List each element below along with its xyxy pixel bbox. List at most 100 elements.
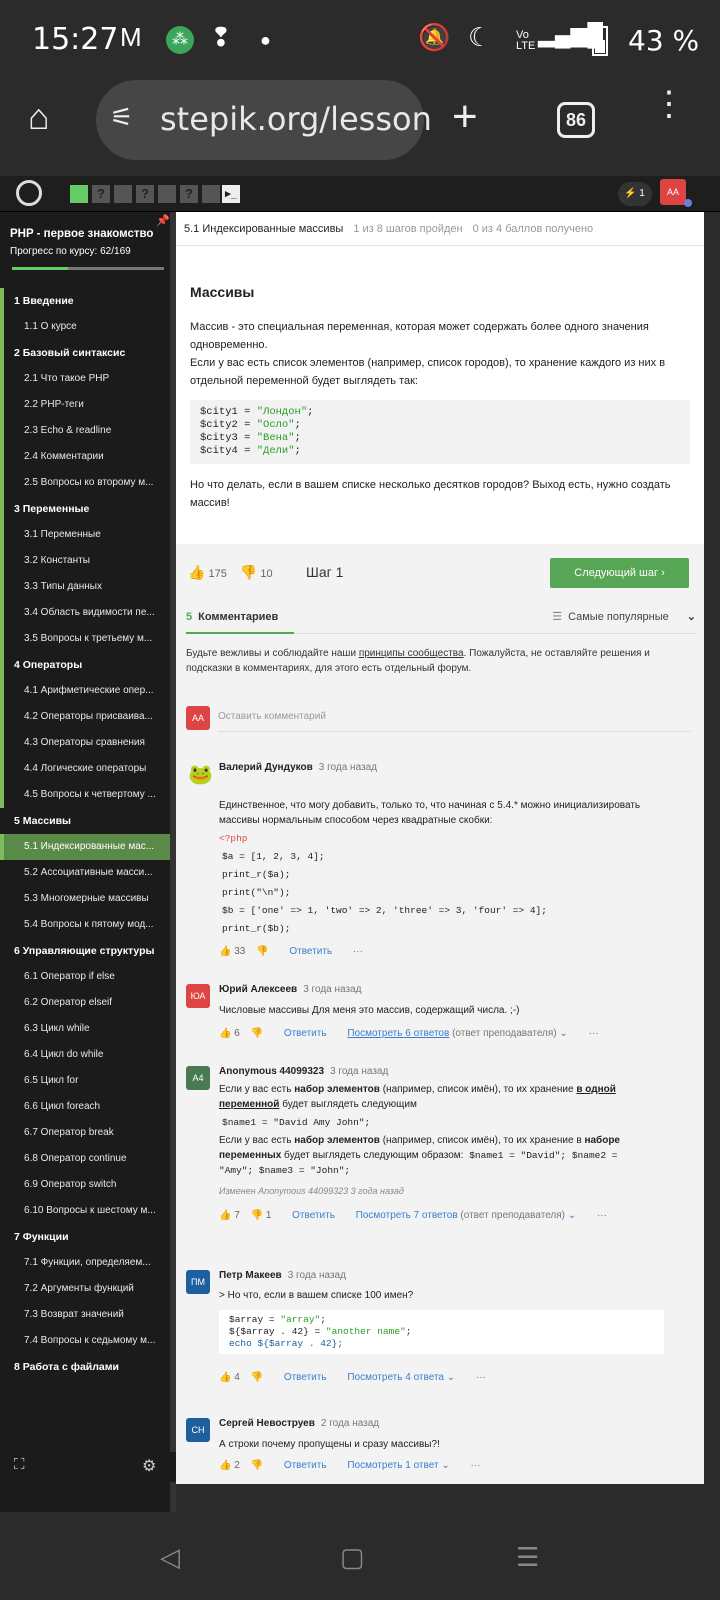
step-indicator[interactable]: ? [136, 185, 154, 203]
sidebar-item[interactable]: 3.3 Типы данных [0, 574, 170, 600]
view-replies-link[interactable]: Посмотреть 7 ответов (ответ преподавател… [356, 1210, 576, 1221]
thumbs-up-icon[interactable]: 👍 [188, 564, 205, 580]
sidebar-item[interactable]: 3.2 Константы [0, 548, 170, 574]
thumbs-up-icon[interactable]: 👍 [219, 1210, 231, 1221]
view-replies-link[interactable]: Посмотреть 1 ответ ⌄ [347, 1460, 449, 1471]
sidebar-item[interactable]: 6.7 Оператор break [0, 1120, 170, 1146]
new-tab-icon[interactable]: + [452, 92, 478, 142]
comment-author[interactable]: Сергей Невоструев 2 года назад [219, 1418, 379, 1429]
sidebar-item[interactable]: 6.9 Оператор switch [0, 1172, 170, 1198]
user-avatar[interactable]: AA [660, 179, 686, 205]
sidebar-item[interactable]: 7.4 Вопросы к седьмому м... [0, 1328, 170, 1354]
more-icon[interactable]: ··· [597, 1210, 607, 1221]
thumbs-down-icon[interactable]: 👎 [256, 946, 268, 957]
sidebar-item[interactable]: 5.4 Вопросы к пятому мод... [0, 912, 170, 938]
sidebar-item[interactable]: 3.5 Вопросы к третьему м... [0, 626, 170, 652]
sidebar-section[interactable]: 6 Управляющие структуры [0, 938, 170, 964]
sidebar-section[interactable]: 1 Введение [0, 288, 170, 314]
sidebar-item[interactable]: 2.2 PHP-теги [0, 392, 170, 418]
home-button-icon[interactable]: ▢ [340, 1542, 365, 1573]
gear-icon[interactable]: ⚙ [142, 1456, 156, 1476]
sidebar-item[interactable]: 5.1 Индексированные мас... [0, 834, 170, 860]
thumbs-down-icon[interactable]: 👎 [240, 564, 257, 580]
sidebar-item[interactable]: 7.3 Возврат значений [0, 1302, 170, 1328]
site-settings-icon[interactable]: ⚟ [110, 102, 133, 133]
step-indicator[interactable]: ? [180, 185, 198, 203]
url-text[interactable]: stepik.org/lesson [160, 100, 432, 138]
stepik-logo-icon[interactable] [16, 180, 42, 206]
recents-icon[interactable]: ☰ [516, 1542, 539, 1573]
sidebar-section[interactable]: 2 Базовый синтаксис [0, 340, 170, 366]
community-rules-link[interactable]: принципы сообщества [359, 648, 464, 659]
reply-button[interactable]: Ответить [284, 1028, 327, 1039]
thumbs-down-icon[interactable]: 👎 [251, 1210, 263, 1221]
sort-select[interactable]: ☰ Самые популярные ⌄ [552, 608, 696, 626]
menu-icon[interactable]: ⋮ [652, 87, 686, 121]
comment-author[interactable]: Петр Макеев 3 года назад [219, 1270, 346, 1281]
sidebar-item[interactable]: 6.8 Оператор continue [0, 1146, 170, 1172]
sidebar-item[interactable]: 4.5 Вопросы к четвертому ... [0, 782, 170, 808]
comment-author[interactable]: Anonymous 44099323 3 года назад [219, 1066, 388, 1077]
home-icon[interactable]: ⌂ [28, 96, 50, 138]
sidebar-section[interactable]: 7 Функции [0, 1224, 170, 1250]
sidebar-item[interactable]: 6.2 Оператор elseif [0, 990, 170, 1016]
sidebar-item[interactable]: 5.2 Ассоциативные масси... [0, 860, 170, 886]
more-icon[interactable]: ··· [476, 1372, 486, 1383]
sidebar-item[interactable]: 6.4 Цикл do while [0, 1042, 170, 1068]
sidebar-item[interactable]: 2.3 Echo & readline [0, 418, 170, 444]
step-indicator[interactable] [202, 185, 220, 203]
sidebar-item[interactable]: 6.10 Вопросы к шестому м... [0, 1198, 170, 1224]
next-step-button[interactable]: Следующий шаг › [550, 558, 689, 588]
sidebar-section[interactable]: 5 Массивы [0, 808, 170, 834]
thumbs-up-icon[interactable]: 👍 [219, 946, 231, 957]
sidebar-item[interactable]: 4.4 Логические операторы [0, 756, 170, 782]
sidebar-item[interactable]: 7.2 Аргументы функций [0, 1276, 170, 1302]
sidebar-item[interactable]: 2.5 Вопросы ко второму м... [0, 470, 170, 496]
sidebar-item[interactable]: 4.3 Операторы сравнения [0, 730, 170, 756]
comment-input[interactable]: Оставить комментарий [218, 706, 691, 732]
thumbs-up-icon[interactable]: 👍 [219, 1460, 231, 1471]
sidebar-item[interactable]: 2.1 Что такое PHP [0, 366, 170, 392]
more-icon[interactable]: ··· [589, 1028, 599, 1039]
sidebar-item[interactable]: 5.3 Многомерные массивы [0, 886, 170, 912]
sidebar-item[interactable]: 6.5 Цикл for [0, 1068, 170, 1094]
thumbs-up-icon[interactable]: 👍 [219, 1028, 231, 1039]
sidebar-item[interactable]: 2.4 Комментарии [0, 444, 170, 470]
thumbs-down-icon[interactable]: 👎 [251, 1460, 263, 1471]
thumbs-down-icon[interactable]: 👎 [251, 1028, 263, 1039]
course-title[interactable]: PHP - первое знакомство [10, 228, 153, 240]
tab-count-button[interactable]: 86 [557, 102, 595, 138]
view-replies-link[interactable]: Посмотреть 4 ответа ⌄ [347, 1372, 455, 1383]
view-replies-link[interactable]: Посмотреть 6 ответов (ответ преподавател… [347, 1028, 567, 1039]
sidebar-item[interactable]: 6.6 Цикл foreach [0, 1094, 170, 1120]
more-icon[interactable]: ··· [470, 1460, 480, 1471]
sidebar-item[interactable]: 6.3 Цикл while [0, 1016, 170, 1042]
comment-author[interactable]: Валерий Дундуков 3 года назад [219, 762, 377, 773]
lesson-name[interactable]: 5.1 Индексированные массивы [184, 223, 343, 235]
thumbs-up-icon[interactable]: 👍 [219, 1372, 231, 1383]
terminal-step-icon[interactable]: ▸_ [222, 185, 240, 203]
sidebar-section[interactable]: 3 Переменные [0, 496, 170, 522]
sidebar-section[interactable]: 4 Операторы [0, 652, 170, 678]
thumbs-down-icon[interactable]: 👎 [251, 1372, 263, 1383]
more-icon[interactable]: ··· [353, 946, 363, 957]
expand-icon[interactable]: ⛶ [14, 1456, 25, 1473]
tab-comments[interactable]: 5 Комментариев [186, 608, 294, 634]
sidebar-item[interactable]: 6.1 Оператор if else [0, 964, 170, 990]
back-icon[interactable]: ◁ [160, 1542, 180, 1573]
comment-author[interactable]: Юрий Алексеев 3 года назад [219, 984, 361, 995]
sidebar-item[interactable]: 3.4 Область видимости пе... [0, 600, 170, 626]
sidebar-item[interactable]: 7.1 Функции, определяем... [0, 1250, 170, 1276]
reply-button[interactable]: Ответить [292, 1210, 335, 1221]
sidebar-item[interactable]: 3.1 Переменные [0, 522, 170, 548]
notifications-button[interactable]: ⚡ 1 [618, 182, 652, 206]
sidebar-item[interactable]: 4.2 Операторы присваива... [0, 704, 170, 730]
pin-icon[interactable]: 📌 [156, 214, 170, 227]
sidebar-item[interactable]: 1.1 О курсе [0, 314, 170, 340]
reply-button[interactable]: Ответить [289, 946, 332, 957]
step-indicator[interactable] [114, 185, 132, 203]
step-indicator[interactable]: ? [92, 185, 110, 203]
reply-button[interactable]: Ответить [284, 1460, 327, 1471]
step-indicator[interactable] [158, 185, 176, 203]
sidebar-item[interactable]: 4.1 Арифметические опер... [0, 678, 170, 704]
